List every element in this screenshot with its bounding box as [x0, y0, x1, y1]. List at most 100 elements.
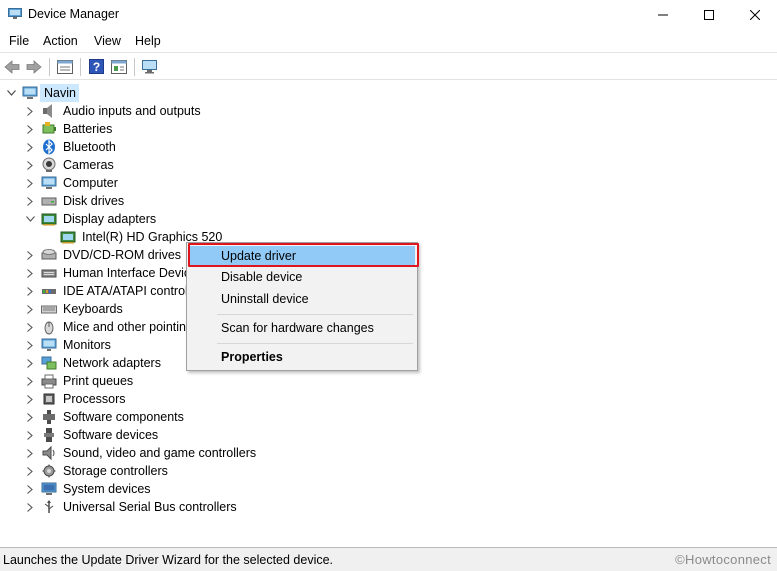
tree-item-label: Display adapters [63, 212, 157, 226]
back-button[interactable] [3, 58, 21, 75]
chevron-down-icon[interactable] [25, 210, 35, 228]
mouse-icon [44, 321, 54, 335]
chevron-right-icon[interactable] [25, 246, 35, 264]
svg-text:?: ? [92, 60, 99, 74]
help-button[interactable]: ? [87, 58, 105, 75]
chevron-right-icon[interactable] [25, 498, 35, 516]
chevron-right-icon[interactable] [25, 444, 35, 462]
properties-button[interactable] [56, 58, 74, 75]
status-bar: Launches the Update Driver Wizard for th… [0, 548, 777, 571]
bluetooth-icon [43, 139, 55, 155]
tree-item-label: Audio inputs and outputs [63, 104, 201, 118]
tree-item-label: Keyboards [63, 302, 123, 316]
menu-action[interactable]: Action [43, 34, 78, 48]
help-icon: ? [88, 59, 104, 74]
chevron-right-icon[interactable] [25, 372, 35, 390]
tree-category-storage-controllers[interactable]: Storage controllers [0, 462, 400, 480]
menu-item-scan-hardware[interactable]: Scan for hardware changes [190, 318, 415, 339]
menu-help[interactable]: Help [135, 34, 161, 48]
ide-icon [42, 289, 56, 294]
tree-item-label: Storage controllers [63, 464, 168, 478]
tree-category-universal-serial-bus-controllers[interactable]: Universal Serial Bus controllers [0, 498, 400, 516]
tree-category-system-devices[interactable]: System devices [0, 480, 400, 498]
monitor-icon [41, 338, 57, 351]
status-text: Launches the Update Driver Wizard for th… [3, 553, 334, 567]
window-title: Device Manager [28, 7, 120, 21]
chevron-right-icon[interactable] [25, 138, 35, 156]
hid-icon [41, 269, 57, 278]
system-device-icon [41, 482, 57, 495]
tree-category-bluetooth[interactable]: Bluetooth [0, 138, 400, 156]
minimize-button[interactable] [640, 0, 686, 30]
display-adapter-icon [60, 231, 76, 244]
tree-category-computer[interactable]: Computer [0, 174, 400, 192]
menu-file[interactable]: File [9, 34, 29, 48]
menu-separator [217, 314, 413, 315]
keyboard-icon [41, 305, 57, 314]
tree-category-software-components[interactable]: Software components [0, 408, 400, 426]
chevron-right-icon[interactable] [25, 192, 35, 210]
tree-item-label: Universal Serial Bus controllers [63, 500, 237, 514]
tree-category-print-queues[interactable]: Print queues [0, 372, 400, 390]
title-bar: Device Manager [0, 0, 777, 30]
computer-icon [22, 86, 38, 99]
properties-icon [57, 59, 73, 74]
tree-category-sound-video-and-game-controllers[interactable]: Sound, video and game controllers [0, 444, 400, 462]
menu-view[interactable]: View [94, 34, 121, 48]
tree-category-processors[interactable]: Processors [0, 390, 400, 408]
tree-item-label: System devices [63, 482, 151, 496]
chevron-down-icon[interactable] [6, 84, 16, 102]
tree-category-display-adapters[interactable]: Display adapters [0, 210, 400, 228]
chevron-right-icon[interactable] [25, 282, 35, 300]
chevron-right-icon[interactable] [25, 264, 35, 282]
software-component-icon [43, 410, 55, 424]
battery-icon [42, 122, 56, 134]
tree-item-label: Computer [63, 176, 118, 190]
tree-category-disk-drives[interactable]: Disk drives [0, 192, 400, 210]
tree-category-software-devices[interactable]: Software devices [0, 426, 400, 444]
close-button[interactable] [732, 0, 777, 30]
chevron-right-icon[interactable] [25, 318, 35, 336]
chevron-right-icon[interactable] [25, 480, 35, 498]
tree-item-label: Processors [63, 392, 126, 406]
update-button[interactable] [110, 58, 128, 75]
chevron-right-icon[interactable] [25, 462, 35, 480]
tree-item-label: Print queues [63, 374, 134, 388]
tree-category-cameras[interactable]: Cameras [0, 156, 400, 174]
tree-item-label: Disk drives [63, 194, 125, 208]
tree-category-audio-inputs-and-outputs[interactable]: Audio inputs and outputs [0, 102, 400, 120]
chevron-right-icon[interactable] [25, 426, 35, 444]
toolbar-separator [80, 58, 81, 76]
forward-arrow-icon [26, 59, 42, 74]
chevron-right-icon[interactable] [25, 336, 35, 354]
tree-item-label: Software devices [63, 428, 159, 442]
forward-button[interactable] [25, 58, 43, 75]
tree-root[interactable]: Navin [0, 84, 300, 102]
menu-bar: File Action View Help [0, 30, 777, 52]
menu-item-disable-device[interactable]: Disable device [190, 267, 415, 288]
menu-item-properties[interactable]: Properties [190, 347, 415, 368]
toolbar-separator [49, 58, 50, 76]
maximize-icon [704, 10, 714, 20]
chevron-right-icon[interactable] [25, 408, 35, 426]
menu-item-label: Properties [221, 350, 283, 364]
chevron-right-icon[interactable] [25, 390, 35, 408]
chevron-right-icon[interactable] [25, 174, 35, 192]
scan-hardware-button[interactable] [141, 58, 159, 75]
tree-category-batteries[interactable]: Batteries [0, 120, 400, 138]
processor-icon [43, 393, 55, 405]
display-adapter-icon [41, 213, 57, 226]
chevron-right-icon[interactable] [25, 354, 35, 372]
menu-item-uninstall-device[interactable]: Uninstall device [190, 289, 415, 310]
chevron-right-icon[interactable] [25, 102, 35, 120]
chevron-right-icon[interactable] [25, 156, 35, 174]
sound-icon [42, 445, 55, 461]
chevron-right-icon[interactable] [25, 120, 35, 138]
tree-item-label: Software components [63, 410, 184, 424]
maximize-button[interactable] [686, 0, 732, 30]
tree-item-label: Batteries [63, 122, 113, 136]
chevron-right-icon[interactable] [25, 300, 35, 318]
tree-item-label: Human Interface Devic [63, 266, 191, 280]
tree-item-label: Monitors [63, 338, 111, 352]
device-manager-icon [8, 8, 22, 19]
